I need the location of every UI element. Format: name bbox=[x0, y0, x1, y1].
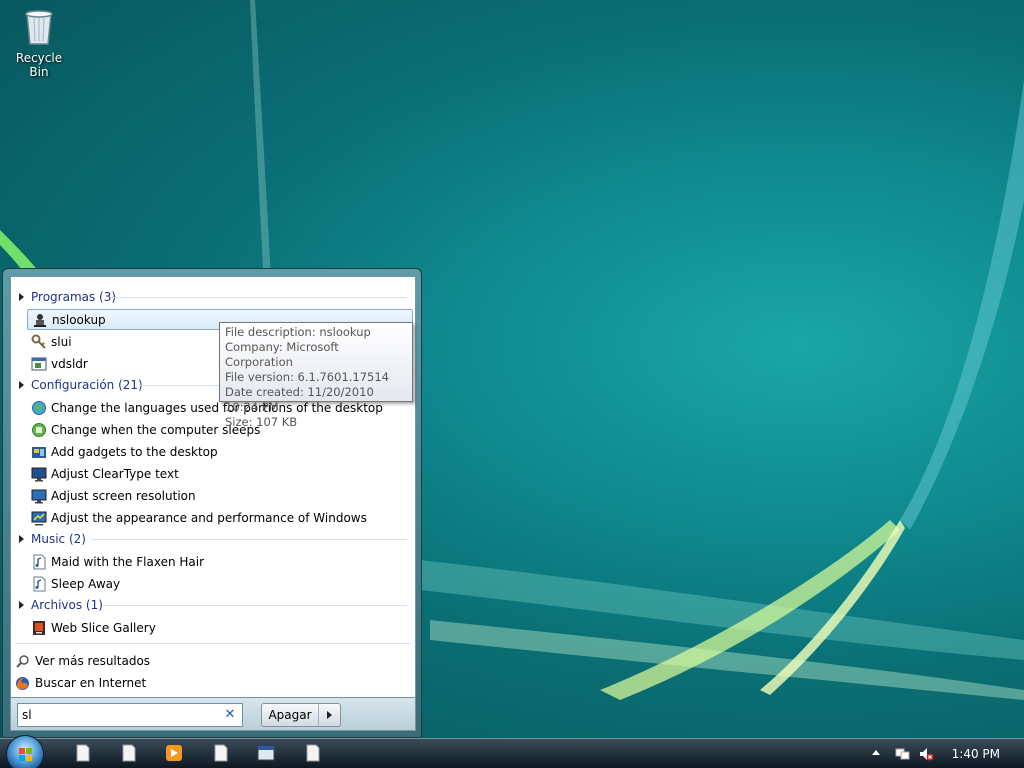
expand-arrow-icon bbox=[19, 381, 24, 389]
section-divider bbox=[15, 643, 411, 644]
result-label: nslookup bbox=[52, 312, 106, 327]
search-box[interactable]: ✕ bbox=[17, 703, 243, 727]
see-more-results-label: Ver más resultados bbox=[35, 654, 151, 668]
key-icon bbox=[31, 334, 47, 350]
recycle-bin-label: Recycle Bin bbox=[15, 51, 63, 79]
windows-logo-icon bbox=[19, 748, 32, 761]
clear-search-icon[interactable]: ✕ bbox=[222, 707, 238, 723]
tooltip-date-created: Date created: 11/20/2010 10:24 PM bbox=[225, 385, 374, 414]
tooltip-size: Size: 107 KB bbox=[225, 415, 298, 429]
power-options-icon bbox=[31, 422, 47, 438]
application-window-icon bbox=[257, 745, 275, 761]
group-programs-label: Programas (3) bbox=[31, 290, 117, 304]
shutdown-label: Apagar bbox=[268, 708, 312, 722]
taskbar-window-button[interactable] bbox=[257, 744, 275, 762]
network-icon[interactable] bbox=[894, 746, 910, 762]
result-screen-resolution[interactable]: Adjust screen resolution bbox=[27, 485, 413, 506]
firefox-icon bbox=[15, 676, 30, 691]
see-more-results-link[interactable]: Ver más resultados bbox=[15, 651, 150, 671]
shutdown-options-arrow[interactable] bbox=[318, 704, 340, 726]
search-internet-link[interactable]: Buscar en Internet bbox=[15, 673, 146, 693]
group-header-files[interactable]: Archivos (1) bbox=[19, 596, 103, 614]
start-menu-footer: ✕ Apagar bbox=[10, 698, 416, 731]
music-file-icon bbox=[31, 554, 47, 570]
document-icon bbox=[306, 744, 320, 762]
result-label: Adjust ClearType text bbox=[51, 466, 179, 481]
expand-arrow-icon bbox=[19, 535, 24, 543]
group-settings-label: Configuración (21) bbox=[31, 378, 143, 392]
chevron-right-icon bbox=[327, 711, 332, 719]
recycle-bin-shortcut[interactable]: Recycle Bin bbox=[6, 6, 72, 79]
result-label: Adjust the appearance and performance of… bbox=[51, 510, 367, 525]
show-hidden-icons-icon[interactable] bbox=[872, 750, 880, 755]
start-button[interactable] bbox=[6, 735, 44, 768]
system-performance-icon bbox=[31, 510, 47, 526]
taskbar-media-player-button[interactable] bbox=[165, 744, 183, 762]
tooltip-version: File version: 6.1.7601.17514 bbox=[225, 370, 389, 384]
monitor-icon bbox=[31, 488, 47, 504]
web-slice-icon bbox=[31, 620, 47, 636]
expand-arrow-icon bbox=[19, 293, 24, 301]
group-divider bbox=[103, 605, 407, 606]
document-icon bbox=[76, 744, 90, 762]
result-label: Adjust screen resolution bbox=[51, 488, 196, 503]
tooltip-company: Company: Microsoft Corporation bbox=[225, 340, 339, 369]
taskbar-document-button[interactable] bbox=[74, 744, 92, 762]
music-file-icon bbox=[31, 576, 47, 592]
magnifier-icon bbox=[15, 654, 30, 669]
group-header-music[interactable]: Music (2) bbox=[19, 530, 86, 548]
taskbar: 1:40 PM bbox=[0, 735, 1024, 768]
group-header-programs[interactable]: Programas (3) bbox=[19, 288, 116, 306]
nslookup-icon bbox=[32, 312, 48, 328]
result-sleep-away[interactable]: Sleep Away bbox=[27, 573, 413, 594]
result-label: Maid with the Flaxen Hair bbox=[51, 554, 205, 569]
notification-area: 1:40 PM bbox=[864, 739, 1024, 768]
file-info-tooltip: File description: nslookup Company: Micr… bbox=[219, 322, 413, 429]
group-divider bbox=[91, 539, 407, 540]
clock[interactable]: 1:40 PM bbox=[952, 747, 1000, 761]
result-label: slui bbox=[51, 334, 72, 349]
result-appearance-performance[interactable]: Adjust the appearance and performance of… bbox=[27, 507, 413, 528]
result-label: Add gadgets to the desktop bbox=[51, 444, 218, 459]
group-music-label: Music (2) bbox=[31, 532, 86, 546]
group-files-label: Archivos (1) bbox=[31, 598, 103, 612]
taskbar-document-button[interactable] bbox=[120, 744, 138, 762]
gadgets-icon bbox=[31, 444, 47, 460]
result-add-gadgets[interactable]: Add gadgets to the desktop bbox=[27, 441, 413, 462]
monitor-icon bbox=[31, 466, 47, 482]
search-input[interactable] bbox=[22, 708, 212, 722]
tooltip-description: File description: nslookup bbox=[225, 325, 371, 339]
taskbar-document-button[interactable] bbox=[304, 744, 322, 762]
result-maid-flaxen-hair[interactable]: Maid with the Flaxen Hair bbox=[27, 551, 413, 572]
application-window-icon bbox=[31, 356, 47, 372]
shutdown-button[interactable]: Apagar bbox=[261, 703, 341, 727]
result-label: Sleep Away bbox=[51, 576, 121, 591]
group-header-settings[interactable]: Configuración (21) bbox=[19, 376, 143, 394]
volume-muted-icon[interactable] bbox=[918, 746, 934, 762]
globe-icon bbox=[31, 400, 47, 416]
document-icon bbox=[122, 744, 136, 762]
taskbar-document-button[interactable] bbox=[212, 744, 230, 762]
result-label: vdsldr bbox=[51, 356, 88, 371]
result-label: Web Slice Gallery bbox=[51, 620, 156, 635]
group-divider bbox=[111, 297, 407, 298]
result-web-slice-gallery[interactable]: Web Slice Gallery bbox=[27, 617, 413, 638]
document-icon bbox=[214, 744, 228, 762]
expand-arrow-icon bbox=[19, 601, 24, 609]
search-internet-label: Buscar en Internet bbox=[35, 676, 147, 690]
recycle-bin-icon bbox=[25, 10, 53, 45]
result-cleartype[interactable]: Adjust ClearType text bbox=[27, 463, 413, 484]
media-player-icon bbox=[166, 745, 182, 761]
